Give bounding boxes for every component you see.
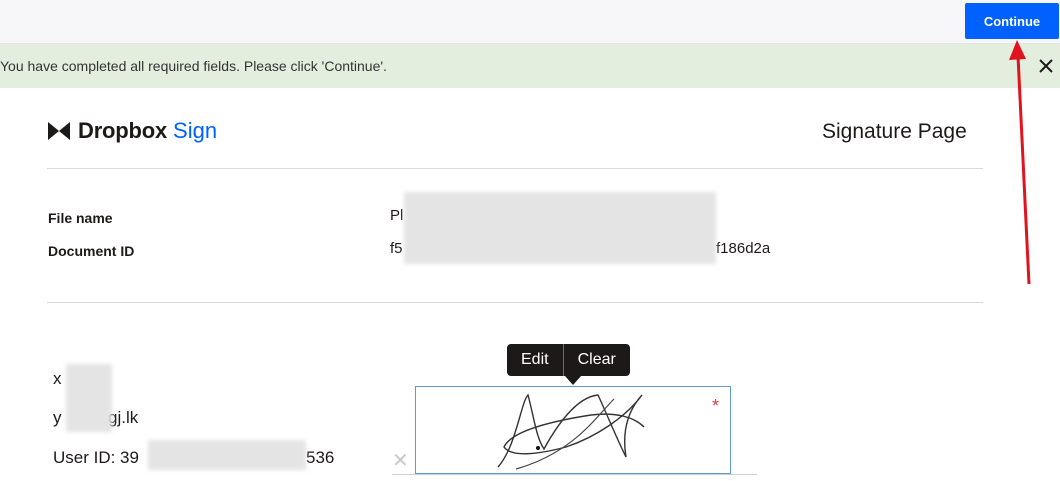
popover-arrow: [565, 376, 581, 385]
redacted-region: [404, 192, 716, 264]
document-id-value-suffix: f186d2a: [716, 240, 771, 257]
completion-notice: You have completed all required fields. …: [0, 44, 1060, 88]
document-id-label: Document ID: [48, 243, 135, 259]
page-title: Signature Page: [822, 120, 967, 143]
signer-email-suffix: gj.lk: [108, 408, 139, 427]
redacted-region-signer: [66, 364, 112, 432]
brand-product: Sign: [173, 118, 218, 143]
brand-name: Dropbox: [78, 118, 168, 143]
signature-drawing: [497, 393, 645, 470]
brand: Dropbox Sign: [47, 118, 217, 144]
dropbox-logo-icon: [47, 120, 71, 142]
signer-name: x: [53, 369, 62, 388]
clear-signature-button[interactable]: Clear: [564, 344, 630, 376]
document-id-value-prefix: f5: [390, 240, 403, 257]
signer-user-id-suffix: 536: [306, 448, 335, 467]
continue-button[interactable]: Continue: [965, 3, 1059, 39]
divider-top: [47, 168, 983, 169]
file-name-label: File name: [48, 210, 113, 226]
top-toolbar: Continue: [0, 0, 1060, 44]
signer-user-id-prefix: User ID: 39: [53, 448, 139, 467]
sign-here-x-mark: ✕: [392, 450, 409, 472]
signer-email-prefix: y: [53, 408, 62, 427]
redacted-region-user-id: [148, 440, 306, 470]
divider-middle: [47, 302, 983, 303]
file-name-value: Pl: [390, 207, 404, 224]
close-icon[interactable]: [1036, 56, 1056, 76]
required-field-marker: *: [712, 396, 720, 416]
signature-popover: Edit Clear: [507, 344, 630, 376]
signature-field[interactable]: [415, 386, 731, 474]
edit-signature-button[interactable]: Edit: [507, 344, 563, 376]
notice-text: You have completed all required fields. …: [0, 58, 387, 74]
